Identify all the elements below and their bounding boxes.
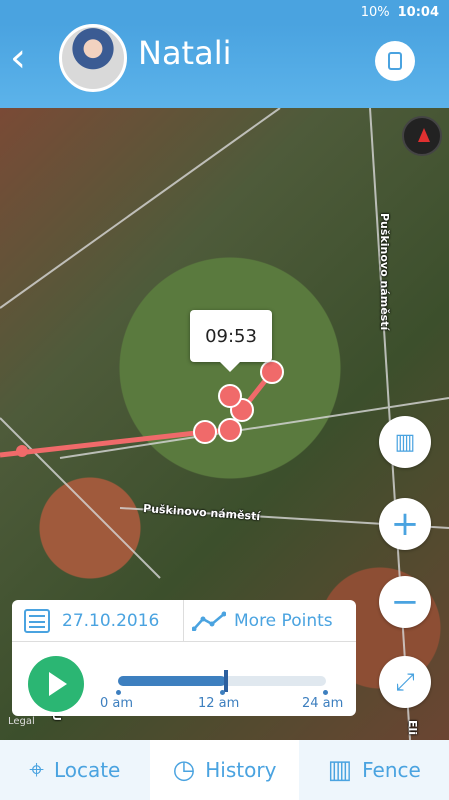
fullscreen-button[interactable]: ⤢: [379, 656, 431, 708]
bottom-nav: ⌖ Locate ◷ History ▥ Fence: [0, 740, 449, 800]
compass-icon[interactable]: [402, 116, 442, 156]
nav-label: Fence: [362, 758, 421, 782]
track-point: [218, 384, 242, 408]
tick-label: 24 am: [302, 696, 344, 711]
play-button[interactable]: [28, 656, 84, 712]
more-points-label: More Points: [234, 610, 333, 631]
tick-dot: [116, 690, 121, 695]
expand-icon: ⤢: [395, 668, 415, 696]
time-slider[interactable]: [118, 670, 326, 692]
date-picker[interactable]: 27.10.2016: [12, 600, 184, 641]
zoom-in-button[interactable]: +: [379, 498, 431, 550]
history-icon: ◷: [172, 755, 196, 785]
nav-history[interactable]: ◷ History: [149, 740, 300, 800]
tick-dot: [323, 690, 328, 695]
plus-icon: +: [390, 504, 420, 544]
map-type-button[interactable]: ▥: [379, 416, 431, 468]
calendar-icon: [24, 608, 50, 633]
watch-icon: [388, 52, 402, 70]
child-name: Natali: [138, 34, 232, 72]
header: ‹ Natali: [0, 24, 449, 108]
street-label: Eli: [406, 720, 419, 736]
minus-icon: −: [390, 582, 420, 622]
track-point: [218, 418, 242, 442]
track-point: [260, 360, 284, 384]
tick-dot: [220, 690, 225, 695]
nav-locate[interactable]: ⌖ Locate: [0, 740, 150, 800]
slider-handle[interactable]: [224, 670, 229, 692]
tick-label: 0 am: [100, 696, 134, 711]
zoom-out-button[interactable]: −: [379, 576, 431, 628]
chevron-left-icon: ‹: [10, 35, 26, 81]
date-text: 27.10.2016: [62, 610, 160, 631]
nav-label: Locate: [53, 758, 121, 782]
street-label: Puškinovo náměstí: [378, 213, 391, 331]
time-tooltip: 09:53: [190, 310, 272, 372]
panel-header: 27.10.2016 More Points: [12, 600, 356, 642]
avatar[interactable]: [59, 24, 127, 92]
back-button[interactable]: ‹: [10, 38, 40, 78]
more-points-button[interactable]: More Points: [184, 600, 356, 641]
fence-icon: ▥: [327, 755, 353, 785]
crosshair-icon: ⌖: [29, 754, 44, 785]
track-point: [16, 445, 28, 457]
track-point: [193, 420, 217, 444]
nav-label: History: [205, 758, 277, 782]
watch-button[interactable]: [375, 41, 415, 81]
map-icon: ▥: [394, 429, 416, 455]
tick-label: 12 am: [198, 696, 240, 711]
slider-fill: [118, 676, 227, 686]
battery-text: 10%: [360, 4, 390, 20]
history-panel: 27.10.2016 More Points 0 am 12 am 24 am: [12, 600, 356, 716]
clock-time: 10:04: [397, 4, 439, 20]
status-bar: 10% 10:04: [0, 0, 449, 24]
nav-fence[interactable]: ▥ Fence: [299, 740, 449, 800]
trend-icon: [192, 611, 226, 631]
legal-link[interactable]: Legal: [8, 716, 35, 727]
